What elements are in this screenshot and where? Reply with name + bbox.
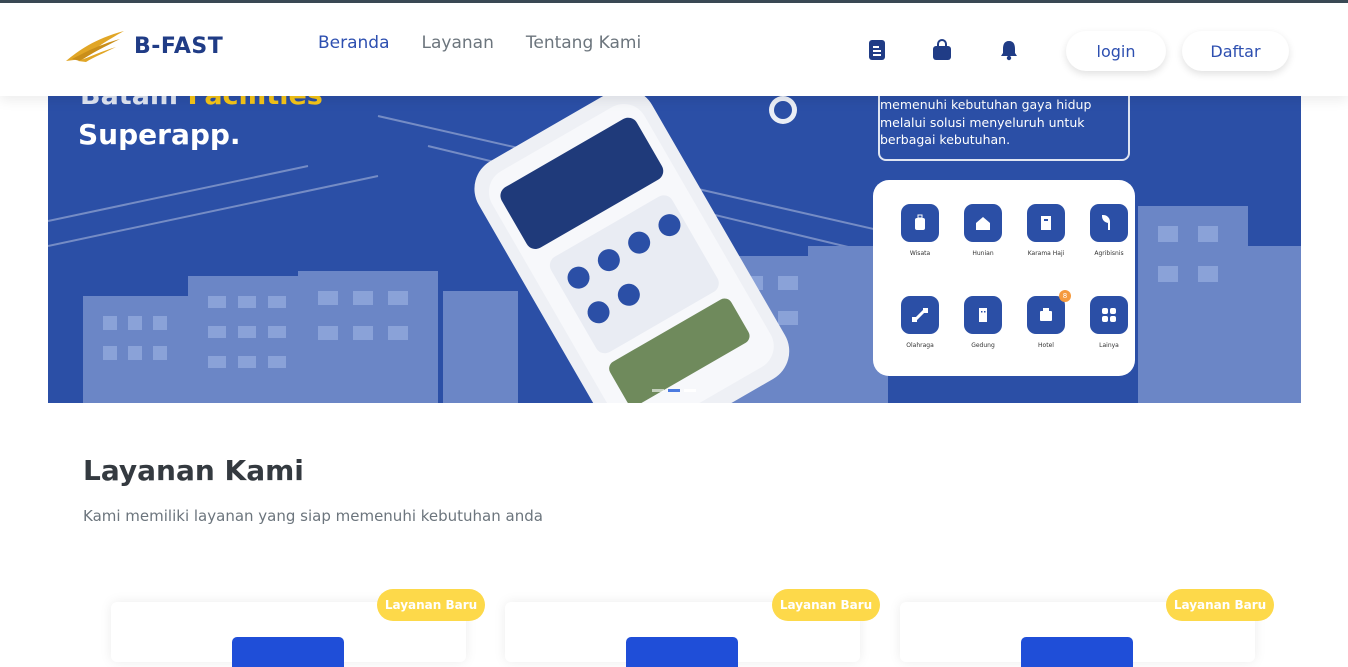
luggage-icon <box>915 214 925 230</box>
service-label: Lainya <box>1099 342 1119 349</box>
service-label: Agribisnis <box>1094 250 1124 257</box>
plant-icon <box>1101 214 1111 230</box>
bell-icon[interactable] <box>998 39 1020 61</box>
service-card-image <box>1021 637 1133 667</box>
service-label: Karama Haji <box>1027 250 1065 257</box>
service-card-image <box>232 637 344 667</box>
building-icon <box>1041 216 1051 230</box>
carousel-dot[interactable] <box>668 389 680 392</box>
dumbbell-icon <box>912 308 928 322</box>
nav-beranda[interactable]: Beranda <box>318 33 390 53</box>
service-card-image <box>626 637 738 667</box>
headline-text: Batam <box>80 96 187 111</box>
document-icon[interactable] <box>866 39 888 61</box>
service-hunian[interactable]: Hunian <box>951 204 1015 257</box>
banner-description-line: berbagai kebutuhan. <box>880 132 1011 147</box>
navbar: B-FAST Beranda Layanan Tentang Kami logi… <box>0 3 1348 96</box>
new-service-badge: Layanan Baru <box>377 589 485 621</box>
carousel-dot-active[interactable] <box>684 389 696 392</box>
office-icon <box>979 308 987 322</box>
headline-highlight: Facilities <box>187 96 322 111</box>
banner-headline-line2: Superapp. <box>78 118 241 151</box>
banner-description-line: memenuhi kebutuhan gaya hidup <box>880 97 1092 112</box>
banner-description-box: memenuhi kebutuhan gaya hidup melalui so… <box>878 96 1130 161</box>
brand-name: B-FAST <box>134 33 224 59</box>
service-wisata[interactable]: Wisata <box>888 204 952 257</box>
carousel-indicators <box>652 389 696 392</box>
service-label: Hunian <box>972 250 994 257</box>
login-button[interactable]: login <box>1066 31 1166 71</box>
services-section-subtitle: Kami memiliki layanan yang siap memenuhi… <box>83 507 543 525</box>
service-lainya[interactable]: Lainya <box>1077 296 1141 349</box>
brand-logo[interactable]: B-FAST <box>64 29 223 63</box>
shopping-bag-icon[interactable] <box>931 39 953 61</box>
service-hotel[interactable]: 8 Hotel <box>1014 290 1078 349</box>
service-olahraga[interactable]: Olahraga <box>888 296 952 349</box>
carousel-dot[interactable] <box>652 389 664 392</box>
wing-icon <box>66 31 124 62</box>
service-label: Hotel <box>1038 342 1054 349</box>
register-button[interactable]: Daftar <box>1182 31 1289 71</box>
banner-headline-line1: Batam Facilities <box>80 96 323 111</box>
service-label: Olahraga <box>906 342 934 349</box>
service-karama-haji[interactable]: Karama Haji <box>1014 204 1078 257</box>
hotel-icon <box>1040 308 1052 321</box>
new-service-badge: Layanan Baru <box>1166 589 1274 621</box>
nav-layanan[interactable]: Layanan <box>422 33 494 53</box>
house-icon <box>976 217 990 230</box>
service-agribisnis[interactable]: Agribisnis <box>1077 204 1141 257</box>
service-gedung[interactable]: Gedung <box>951 296 1015 349</box>
hotel-badge: 8 <box>1059 290 1071 302</box>
main-nav: Beranda Layanan Tentang Kami <box>318 33 641 53</box>
service-label: Gedung <box>971 342 995 349</box>
banner-description-line: melalui solusi menyeluruh untuk <box>880 114 1085 130</box>
nav-tentang-kami[interactable]: Tentang Kami <box>526 33 641 53</box>
service-grid-card: Wisata Hunian Karama Haji Agribisnis Ola… <box>873 180 1135 376</box>
services-section-title: Layanan Kami <box>83 454 304 487</box>
hero-banner[interactable]: Batam Facilities Superapp. memenuhi kebu… <box>48 96 1301 403</box>
service-label: Wisata <box>909 250 931 257</box>
grid-icon <box>1102 308 1116 322</box>
new-service-badge: Layanan Baru <box>772 589 880 621</box>
